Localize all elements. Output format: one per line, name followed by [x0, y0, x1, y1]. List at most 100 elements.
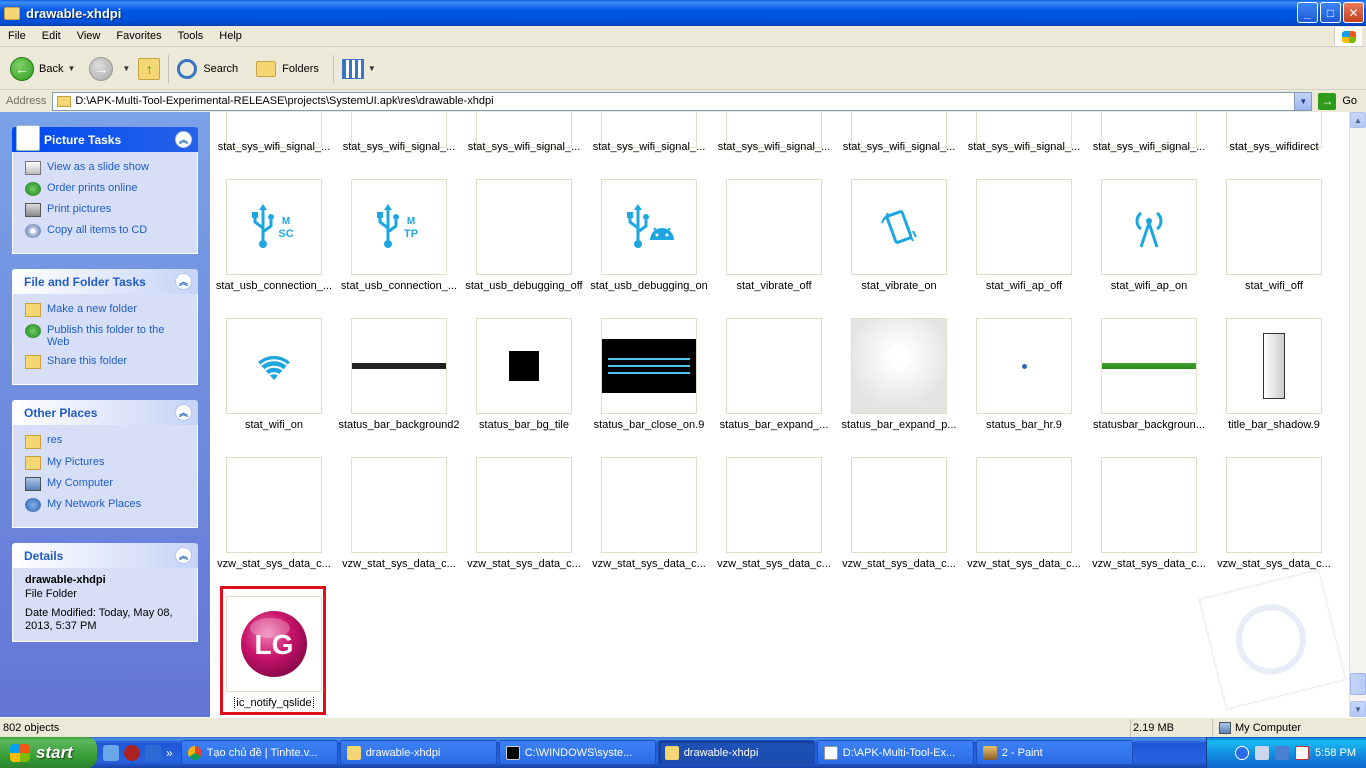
- taskbar-item-cmd[interactable]: C:\WINDOWS\syste...: [498, 740, 656, 765]
- file-label[interactable]: stat_usb_connection_...: [337, 280, 461, 292]
- network-icon[interactable]: [1255, 745, 1270, 760]
- file-label[interactable]: stat_usb_connection_...: [212, 280, 336, 292]
- place-my-network[interactable]: My Network Places: [25, 498, 187, 512]
- file-thumbnail[interactable]: M SC: [226, 179, 322, 275]
- place-my-pictures[interactable]: My Pictures: [25, 456, 187, 470]
- menu-tools[interactable]: Tools: [170, 30, 212, 42]
- menu-view[interactable]: View: [69, 30, 109, 42]
- file-label[interactable]: stat_sys_wifi_signal_...: [962, 141, 1086, 153]
- vertical-scrollbar[interactable]: ▲ ▼: [1349, 112, 1366, 717]
- file-label[interactable]: status_bar_background2: [337, 419, 461, 431]
- antivirus-icon[interactable]: [1295, 745, 1310, 760]
- file-label[interactable]: stat_usb_debugging_off: [462, 280, 586, 292]
- task-print-pictures[interactable]: Print pictures: [25, 203, 187, 217]
- collapse-chevron-icon[interactable]: ︽: [175, 131, 192, 148]
- file-label[interactable]: status_bar_expand_...: [712, 419, 836, 431]
- menu-help[interactable]: Help: [211, 30, 250, 42]
- file-thumbnail[interactable]: [851, 457, 947, 553]
- file-label[interactable]: stat_wifi_on: [212, 419, 336, 431]
- shield-icon[interactable]: [145, 744, 161, 761]
- file-thumbnail[interactable]: [601, 318, 697, 414]
- file-label[interactable]: stat_usb_debugging_on: [587, 280, 711, 292]
- file-label[interactable]: stat_sys_wifidirect: [1212, 141, 1336, 153]
- taskbar-item-explorer-2[interactable]: drawable-xhdpi: [657, 740, 815, 765]
- picture-tasks-header[interactable]: Picture Tasks ︽: [12, 125, 198, 152]
- file-thumbnail[interactable]: [726, 318, 822, 414]
- file-label[interactable]: stat_vibrate_on: [837, 280, 961, 292]
- file-label[interactable]: title_bar_shadow.9: [1212, 419, 1336, 431]
- collapse-chevron-icon[interactable]: ︽: [175, 273, 192, 290]
- close-button[interactable]: ✕: [1343, 2, 1364, 23]
- file-label[interactable]: stat_sys_wifi_signal_...: [462, 141, 586, 153]
- file-thumbnail[interactable]: [351, 318, 447, 414]
- details-header[interactable]: Details ︽: [12, 543, 198, 568]
- file-thumbnail[interactable]: [1226, 318, 1322, 414]
- collapse-chevron-icon[interactable]: ︽: [175, 547, 192, 564]
- scroll-down-icon[interactable]: ▼: [1350, 701, 1366, 717]
- file-thumbnail[interactable]: [1101, 179, 1197, 275]
- file-label[interactable]: vzw_stat_sys_data_c...: [337, 558, 461, 570]
- file-label[interactable]: vzw_stat_sys_data_c...: [587, 558, 711, 570]
- folders-button[interactable]: Folders: [252, 51, 323, 87]
- maximize-button[interactable]: □: [1320, 2, 1341, 23]
- file-thumbnail[interactable]: M TP: [351, 179, 447, 275]
- file-label[interactable]: stat_sys_wifi_signal_...: [212, 141, 336, 153]
- file-label[interactable]: vzw_stat_sys_data_c...: [712, 558, 836, 570]
- go-button[interactable]: → Go: [1318, 92, 1357, 110]
- file-thumbnail[interactable]: [851, 179, 947, 275]
- views-button[interactable]: ▼: [338, 51, 380, 87]
- file-folder-tasks-header[interactable]: File and Folder Tasks ︽: [12, 269, 198, 294]
- quick-launch-overflow-icon[interactable]: »: [166, 746, 173, 760]
- file-thumbnail[interactable]: [851, 318, 947, 414]
- forward-button[interactable]: → ▼: [85, 51, 134, 87]
- file-label[interactable]: status_bar_bg_tile: [462, 419, 586, 431]
- security-shield-icon[interactable]: [1275, 745, 1290, 760]
- file-label[interactable]: status_bar_hr.9: [962, 419, 1086, 431]
- menu-edit[interactable]: Edit: [34, 30, 69, 42]
- file-label[interactable]: stat_wifi_ap_off: [962, 280, 1086, 292]
- scroll-up-icon[interactable]: ▲: [1350, 112, 1366, 128]
- minimize-button[interactable]: _: [1297, 2, 1318, 23]
- collapse-chevron-icon[interactable]: ︽: [175, 404, 192, 421]
- file-view[interactable]: stat_sys_wifi_signal_... stat_sys_wifi_s…: [210, 112, 1349, 717]
- file-label[interactable]: status_bar_close_on.9: [587, 419, 711, 431]
- file-label[interactable]: status_bar_expand_p...: [837, 419, 961, 431]
- file-label[interactable]: stat_sys_wifi_signal_...: [587, 141, 711, 153]
- menu-favorites[interactable]: Favorites: [108, 30, 169, 42]
- place-my-computer[interactable]: My Computer: [25, 477, 187, 491]
- file-thumbnail[interactable]: LG: [226, 596, 322, 692]
- file-label[interactable]: stat_vibrate_off: [712, 280, 836, 292]
- taskbar-item-explorer-1[interactable]: drawable-xhdpi: [339, 740, 497, 765]
- place-res[interactable]: res: [25, 434, 187, 449]
- file-label[interactable]: vzw_stat_sys_data_c...: [962, 558, 1086, 570]
- file-thumbnail[interactable]: [601, 457, 697, 553]
- task-order-prints[interactable]: Order prints online: [25, 182, 187, 196]
- scroll-thumb[interactable]: [1350, 673, 1366, 695]
- file-thumbnail[interactable]: [976, 179, 1072, 275]
- file-label[interactable]: stat_sys_wifi_signal_...: [837, 141, 961, 153]
- file-label[interactable]: stat_sys_wifi_signal_...: [337, 141, 461, 153]
- task-copy-to-cd[interactable]: Copy all items to CD: [25, 224, 187, 238]
- back-button[interactable]: ← Back ▼: [6, 51, 79, 87]
- file-label[interactable]: ic_notify_qslide: [212, 697, 336, 709]
- taskbar-item-notepad[interactable]: D:\APK-Multi-Tool-Ex...: [816, 740, 974, 765]
- back-dropdown-icon[interactable]: ▼: [67, 64, 75, 73]
- task-new-folder[interactable]: Make a new folder: [25, 303, 187, 317]
- taskbar-item-chrome[interactable]: Tạo chủ đề | Tinhte.v...: [180, 740, 338, 765]
- task-share-folder[interactable]: Share this folder: [25, 355, 187, 369]
- file-label[interactable]: vzw_stat_sys_data_c...: [837, 558, 961, 570]
- file-thumbnail[interactable]: [476, 318, 572, 414]
- file-thumbnail[interactable]: [726, 457, 822, 553]
- task-view-slideshow[interactable]: View as a slide show: [25, 161, 187, 175]
- file-label[interactable]: vzw_stat_sys_data_c...: [1087, 558, 1211, 570]
- file-label[interactable]: vzw_stat_sys_data_c...: [462, 558, 586, 570]
- file-thumbnail[interactable]: [226, 318, 322, 414]
- file-label[interactable]: statusbar_backgroun...: [1087, 419, 1211, 431]
- file-thumbnail[interactable]: [226, 457, 322, 553]
- file-label[interactable]: vzw_stat_sys_data_c...: [212, 558, 336, 570]
- start-button[interactable]: start: [0, 737, 97, 768]
- clock[interactable]: 5:58 PM: [1315, 747, 1356, 759]
- app-icon[interactable]: [124, 744, 140, 761]
- ie-icon[interactable]: [103, 744, 119, 761]
- file-label[interactable]: stat_sys_wifi_signal_...: [1087, 141, 1211, 153]
